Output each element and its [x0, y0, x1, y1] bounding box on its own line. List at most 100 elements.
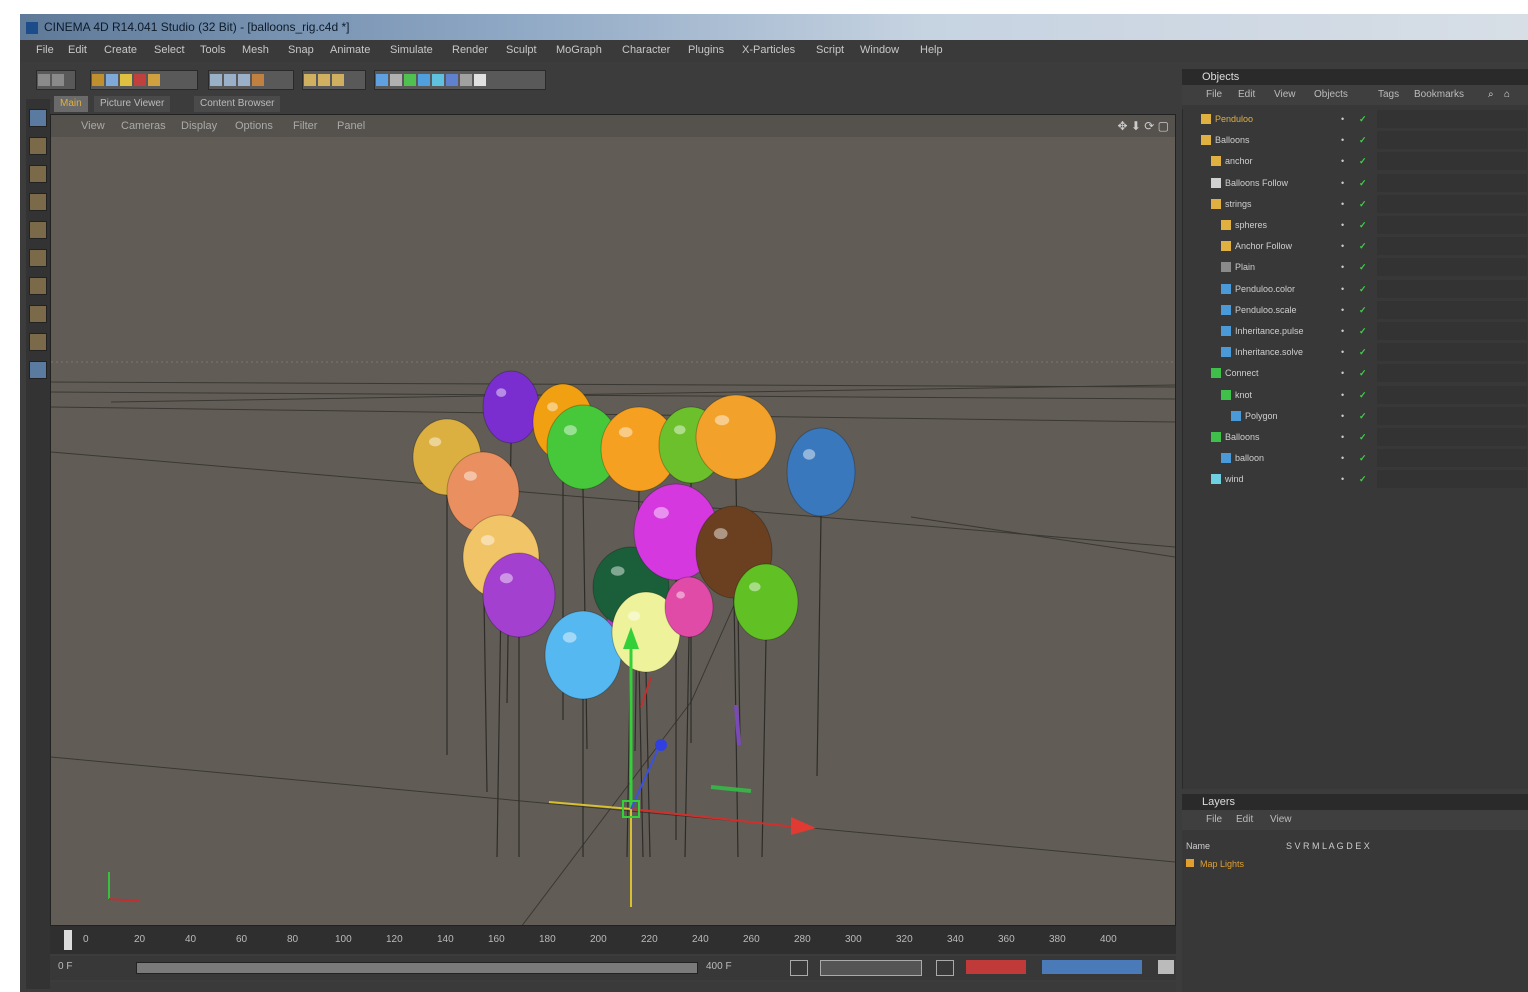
playhead[interactable] [64, 930, 72, 950]
menu-help[interactable]: Help [920, 44, 943, 56]
object-create-group[interactable] [374, 70, 546, 90]
model-mode-icon[interactable] [29, 137, 47, 155]
menu-file[interactable]: File [36, 44, 54, 56]
menu-mesh[interactable]: Mesh [242, 44, 269, 56]
subdivision-icon[interactable] [404, 74, 416, 86]
objects-menu-bookmarks[interactable]: Bookmarks [1414, 85, 1464, 105]
tab-main[interactable]: Main [54, 96, 88, 112]
objects-menu-view[interactable]: View [1274, 85, 1296, 105]
undo-icon[interactable] [38, 74, 50, 86]
menu-mograph[interactable]: MoGraph [556, 44, 602, 56]
home-icon[interactable]: ⌂ [1504, 85, 1510, 105]
menu-x-particles[interactable]: X-Particles [742, 44, 795, 56]
object-name[interactable]: strings [1225, 194, 1252, 214]
menu-create[interactable]: Create [104, 44, 137, 56]
object-name[interactable]: wind [1225, 469, 1244, 489]
rotate-icon[interactable] [134, 74, 146, 86]
viewport-menu-filter[interactable]: Filter [293, 120, 317, 132]
render-group[interactable] [302, 70, 366, 90]
menu-render[interactable]: Render [452, 44, 488, 56]
texture-mode-icon[interactable] [29, 165, 47, 183]
enabled-check-icon[interactable]: ✓ [1359, 427, 1367, 447]
enabled-check-icon[interactable]: ✓ [1359, 215, 1367, 235]
object-row[interactable]: knot • ✓ [1187, 385, 1527, 405]
menu-script[interactable]: Script [816, 44, 844, 56]
polygons-mode-icon[interactable] [29, 249, 47, 267]
menu-window[interactable]: Window [860, 44, 899, 56]
edges-mode-icon[interactable] [29, 221, 47, 239]
visibility-dots-icon[interactable]: • [1341, 151, 1344, 171]
snap-icon[interactable] [29, 333, 47, 351]
visibility-dots-icon[interactable]: • [1341, 173, 1344, 193]
goto-end-icon[interactable] [936, 960, 954, 976]
layers-menu-view[interactable]: View [1270, 810, 1292, 830]
pen-icon[interactable] [390, 74, 402, 86]
visibility-dots-icon[interactable]: • [1341, 469, 1344, 489]
object-name[interactable]: Penduloo [1215, 109, 1253, 129]
live-select-icon[interactable] [92, 74, 104, 86]
menu-sculpt[interactable]: Sculpt [506, 44, 537, 56]
visibility-dots-icon[interactable]: • [1341, 342, 1344, 362]
menu-tools[interactable]: Tools [200, 44, 226, 56]
viewport-menu-view[interactable]: View [81, 120, 105, 132]
points-mode-icon[interactable] [29, 193, 47, 211]
tab-picture-viewer[interactable]: Picture Viewer [94, 96, 171, 112]
viewport-menu-panel[interactable]: Panel [337, 120, 365, 132]
visibility-dots-icon[interactable]: • [1341, 300, 1344, 320]
object-name[interactable]: Connect [1225, 363, 1259, 383]
objects-menu-file[interactable]: File [1206, 85, 1222, 105]
render-settings-icon[interactable] [332, 74, 344, 86]
undo-redo-group[interactable] [36, 70, 76, 90]
objects-menu-tags[interactable]: Tags [1378, 85, 1399, 105]
object-row[interactable]: Inheritance.pulse • ✓ [1187, 321, 1527, 341]
object-row[interactable]: balloon • ✓ [1187, 448, 1527, 468]
object-name[interactable]: Polygon [1245, 406, 1278, 426]
object-name[interactable]: Inheritance.solve [1235, 342, 1303, 362]
menu-plugins[interactable]: Plugins [688, 44, 724, 56]
object-name[interactable]: Anchor Follow [1235, 236, 1292, 256]
z-axis-icon[interactable] [238, 74, 250, 86]
enabled-check-icon[interactable]: ✓ [1359, 363, 1367, 383]
timeline-ruler[interactable]: 0 20 40 60 80 100 120 140 160 180 200 22… [50, 926, 1176, 954]
enabled-check-icon[interactable]: ✓ [1359, 173, 1367, 193]
object-row[interactable]: Inheritance.solve • ✓ [1187, 342, 1527, 362]
render-view-icon[interactable] [304, 74, 316, 86]
visibility-dots-icon[interactable]: • [1341, 236, 1344, 256]
array-icon[interactable] [418, 74, 430, 86]
x-axis-icon[interactable] [210, 74, 222, 86]
object-name[interactable]: Balloons [1225, 427, 1260, 447]
visibility-dots-icon[interactable]: • [1341, 257, 1344, 277]
y-axis-icon[interactable] [224, 74, 236, 86]
object-row[interactable]: Plain • ✓ [1187, 257, 1527, 277]
light-icon[interactable] [474, 74, 486, 86]
enabled-check-icon[interactable]: ✓ [1359, 448, 1367, 468]
enabled-check-icon[interactable]: ✓ [1359, 385, 1367, 405]
object-row[interactable]: Polygon • ✓ [1187, 406, 1527, 426]
visibility-dots-icon[interactable]: • [1341, 385, 1344, 405]
object-row[interactable]: anchor • ✓ [1187, 151, 1527, 171]
object-row[interactable]: Anchor Follow • ✓ [1187, 236, 1527, 256]
cube-icon[interactable] [376, 74, 388, 86]
enabled-check-icon[interactable]: ✓ [1359, 130, 1367, 150]
coordinate-system-icon[interactable] [252, 74, 264, 86]
visibility-dots-icon[interactable]: • [1341, 448, 1344, 468]
enabled-check-icon[interactable]: ✓ [1359, 406, 1367, 426]
visibility-dots-icon[interactable]: • [1341, 427, 1344, 447]
visibility-dots-icon[interactable]: • [1341, 109, 1344, 129]
floor-icon[interactable] [446, 74, 458, 86]
record-keys-group[interactable] [966, 960, 1026, 974]
enabled-check-icon[interactable]: ✓ [1359, 469, 1367, 489]
selection-tools-group[interactable] [90, 70, 198, 90]
workplane-icon[interactable] [29, 361, 47, 379]
play-buttons-group[interactable] [820, 960, 922, 976]
search-icon[interactable]: ⌕ [1488, 85, 1494, 105]
menu-animate[interactable]: Animate [330, 44, 370, 56]
enabled-check-icon[interactable]: ✓ [1359, 300, 1367, 320]
visibility-dots-icon[interactable]: • [1341, 215, 1344, 235]
menu-character[interactable]: Character [622, 44, 670, 56]
object-row[interactable]: strings • ✓ [1187, 194, 1527, 214]
object-row[interactable]: wind • ✓ [1187, 469, 1527, 489]
visibility-dots-icon[interactable]: • [1341, 130, 1344, 150]
timeline-settings-icon[interactable] [1158, 960, 1174, 974]
end-frame-field[interactable]: 400 F [706, 961, 732, 972]
